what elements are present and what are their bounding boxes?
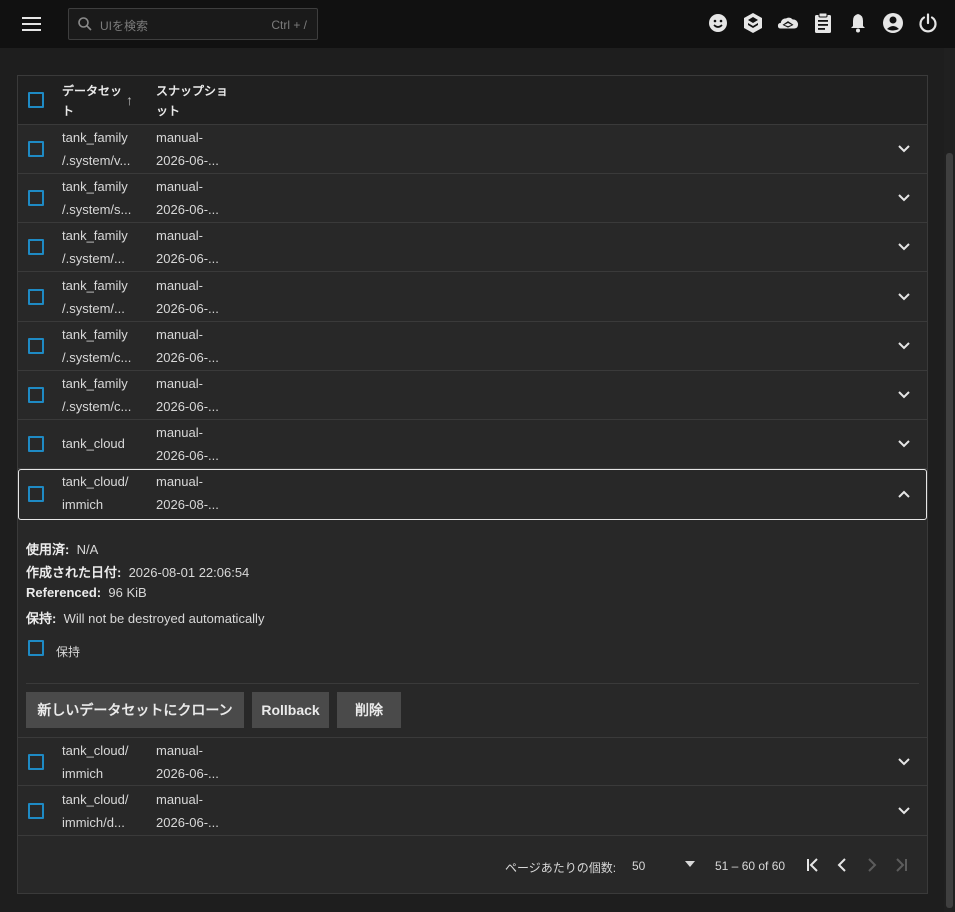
clipboard-tasks-icon[interactable] [812,12,834,34]
hold-checkbox-label[interactable]: 保持 [56,643,80,660]
row-checkbox[interactable] [28,387,44,403]
hold-value: Will not be destroyed automatically [63,611,265,626]
table-header: データセット ↑ スナップショット [18,76,927,125]
created-label: 作成された日付: [26,565,122,580]
cloud-sync-icon[interactable] [777,12,799,34]
snapshot-cell: manual- 2026-06-... [156,425,219,463]
detail-created: 作成された日付: 2026-08-01 22:06:54 [26,562,249,581]
created-value: 2026-08-01 22:06:54 [128,565,250,580]
chevron-down-icon[interactable] [895,189,913,207]
power-icon[interactable] [917,12,939,34]
bell-icon[interactable] [847,12,869,34]
divider [26,683,919,684]
chevron-down-icon[interactable] [895,337,913,355]
used-label: 使用済: [26,542,70,557]
search-placeholder: UIを検索 [100,19,149,33]
dataset-cell: tank_family /.system/c... [62,327,132,365]
dataset-cell: tank_family /.system/v... [62,130,131,168]
previous-page-icon[interactable] [831,854,853,876]
table-row[interactable]: tank_family /.system/c... manual- 2026-0… [18,322,927,371]
table-row-expanded[interactable]: tank_cloud/ immich manual- 2026-08-... [18,469,927,520]
used-value: N/A [76,542,99,557]
dropdown-caret-icon[interactable] [685,861,695,867]
row-checkbox[interactable] [28,486,44,502]
chevron-down-icon[interactable] [895,435,913,453]
snapshot-cell: manual- 2026-08-... [156,474,219,512]
dataset-cell: tank_family /.system/... [62,278,128,316]
detail-used: 使用済: N/A [26,539,98,558]
dataset-cell: tank_cloud [62,436,125,451]
snapshot-detail-panel: 使用済: N/A 作成された日付: 2026-08-01 22:06:54 Re… [18,520,927,737]
search-icon [78,17,92,31]
snapshot-table-card: データセット ↑ スナップショット tank_family /.system/v… [17,75,928,894]
chevron-down-icon[interactable] [895,238,913,256]
rollback-button[interactable]: Rollback [252,692,329,728]
page-range-label: 51 – 60 of 60 [715,859,786,873]
dataset-cell: tank_family /.system/s... [62,179,132,217]
dataset-cell: tank_cloud/ immich [62,743,129,781]
dataset-cell: tank_cloud/ immich/d... [62,792,129,830]
row-checkbox[interactable] [28,803,44,819]
table-row[interactable]: tank_family /.system/... manual- 2026-06… [18,273,927,322]
row-checkbox[interactable] [28,190,44,206]
table-row[interactable]: tank_family /.system/c... manual- 2026-0… [18,371,927,420]
chevron-down-icon[interactable] [895,753,913,771]
table-row[interactable]: tank_cloud manual- 2026-06-... [18,420,927,469]
detail-hold: 保持: Will not be destroyed automatically [26,608,264,627]
row-checkbox[interactable] [28,338,44,354]
hamburger-menu-icon[interactable] [14,12,50,36]
table-row[interactable]: tank_family /.system/v... manual- 2026-0… [18,125,927,174]
scrollbar-thumb[interactable] [946,153,953,908]
referenced-label: Referenced: [26,585,102,600]
account-circle-icon[interactable] [882,12,904,34]
snapshot-cell: manual- 2026-06-... [156,376,219,414]
delete-button[interactable]: 削除 [337,692,401,728]
paginator: ページあたりの個数: 50 51 – 60 of 60 [18,837,927,894]
table-row[interactable]: tank_cloud/ immich/d... manual- 2026-06-… [18,787,927,836]
snapshot-cell: manual- 2026-06-... [156,792,219,830]
snapshot-cell: manual- 2026-06-... [156,278,219,316]
snapshot-cell: manual- 2026-06-... [156,179,219,217]
dataset-cell: tank_cloud/ immich [62,474,129,512]
clone-to-new-dataset-button[interactable]: 新しいデータセットにクローン [26,692,244,728]
snapshot-cell: manual- 2026-06-... [156,228,219,266]
items-per-page-label: ページあたりの個数: [505,861,617,875]
detail-referenced: Referenced: 96 KiB [26,585,147,600]
row-checkbox[interactable] [28,289,44,305]
sort-arrow-icon[interactable]: ↑ [126,92,133,108]
table-row[interactable]: tank_family /.system/... manual- 2026-06… [18,223,927,272]
last-page-icon[interactable] [890,854,912,876]
chevron-down-icon[interactable] [895,386,913,404]
row-checkbox[interactable] [28,239,44,255]
table-row[interactable]: tank_cloud/ immich manual- 2026-06-... [18,737,927,786]
referenced-value: 96 KiB [108,585,147,600]
snapshot-cell: manual- 2026-06-... [156,130,219,168]
smile-icon[interactable] [707,12,729,34]
items-per-page-select[interactable]: 50 [632,859,645,873]
dataset-cell: tank_family /.system/c... [62,376,132,414]
truecommand-icon[interactable] [742,12,764,34]
column-header-snapshot[interactable]: スナップショット [156,81,236,121]
row-checkbox[interactable] [28,141,44,157]
snapshot-cell: manual- 2026-06-... [156,327,219,365]
search-box[interactable]: UIを検索 Ctrl + / [68,8,318,40]
select-all-checkbox[interactable] [28,92,44,108]
snapshot-cell: manual- 2026-06-... [156,743,219,781]
next-page-icon[interactable] [861,854,883,876]
chevron-down-icon[interactable] [895,802,913,820]
chevron-up-icon[interactable] [895,485,913,503]
search-shortcut-hint: Ctrl + / [271,18,307,32]
row-checkbox[interactable] [28,754,44,770]
chevron-down-icon[interactable] [895,140,913,158]
column-header-dataset[interactable]: データセット [62,81,128,121]
hold-checkbox[interactable] [28,640,44,656]
first-page-icon[interactable] [802,854,824,876]
hold-label: 保持: [26,611,57,626]
dataset-cell: tank_family /.system/... [62,228,128,266]
table-row[interactable]: tank_family /.system/s... manual- 2026-0… [18,174,927,223]
top-bar: UIを検索 Ctrl + / [0,0,955,48]
page-scrollbar[interactable] [944,48,955,912]
chevron-down-icon[interactable] [895,288,913,306]
row-checkbox[interactable] [28,436,44,452]
